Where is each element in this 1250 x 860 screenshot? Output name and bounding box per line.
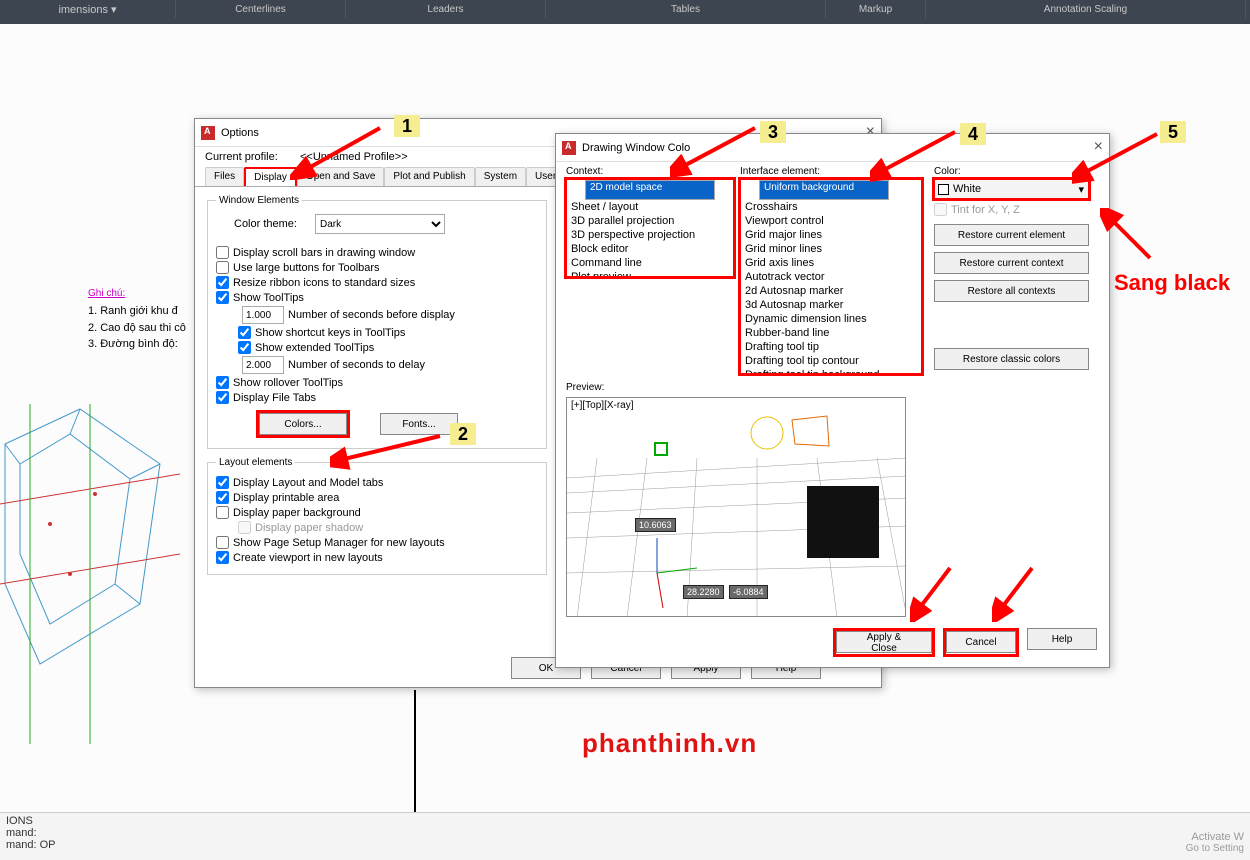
autocad-icon bbox=[201, 126, 215, 140]
chk-scrollbars[interactable] bbox=[216, 246, 229, 259]
interface-element-item[interactable]: Grid minor lines bbox=[741, 242, 921, 256]
chk-layout-model-tabs[interactable] bbox=[216, 476, 229, 489]
interface-element-item[interactable]: Drafting tool tip bbox=[741, 340, 921, 354]
context-item[interactable]: 3D parallel projection bbox=[567, 214, 733, 228]
num-seconds-display[interactable] bbox=[242, 306, 284, 324]
ribbon-tables[interactable]: Tables bbox=[546, 0, 826, 18]
dim-value: 10.6063 bbox=[635, 518, 676, 532]
chk-large-buttons[interactable] bbox=[216, 261, 229, 274]
ribbon-leaders[interactable]: Leaders bbox=[346, 0, 546, 18]
interface-element-item[interactable]: Autotrack vector bbox=[741, 270, 921, 284]
command-line[interactable]: IONS mand: mand: OP bbox=[0, 812, 1250, 860]
restore-classic-button[interactable]: Restore classic colors bbox=[934, 348, 1089, 370]
note-line: 1. Ranh giới khu đ bbox=[88, 303, 186, 320]
num-seconds-delay[interactable] bbox=[242, 356, 284, 374]
floor-plan-drawing bbox=[0, 404, 180, 744]
chk-rollover-tooltips[interactable] bbox=[216, 376, 229, 389]
help-button[interactable]: Help bbox=[1027, 628, 1097, 650]
chk-resize-ribbon[interactable] bbox=[216, 276, 229, 289]
preview-cube bbox=[807, 486, 879, 558]
interface-element-item[interactable]: Drafting tool tip contour bbox=[741, 354, 921, 368]
activate-windows: Activate WGo to Setting bbox=[1186, 831, 1244, 854]
restore-context-button[interactable]: Restore current context bbox=[934, 252, 1089, 274]
context-item[interactable]: 3D perspective projection bbox=[567, 228, 733, 242]
interface-element-item[interactable]: Drafting tool tip background bbox=[741, 368, 921, 374]
ribbon-markup[interactable]: Markup bbox=[826, 0, 926, 18]
context-item[interactable]: 2D model space bbox=[585, 180, 715, 200]
apply-close-button[interactable]: Apply & Close bbox=[836, 631, 932, 653]
chk-tint-xyz bbox=[934, 203, 947, 216]
context-item[interactable]: Command line bbox=[567, 256, 733, 270]
color-theme-select[interactable]: Dark bbox=[315, 214, 445, 234]
dim-value: 28.2280 bbox=[683, 585, 724, 599]
cancel-button[interactable]: Cancel bbox=[946, 631, 1016, 653]
options-title: Options bbox=[221, 127, 259, 139]
tab-files[interactable]: Files bbox=[205, 167, 244, 186]
interface-element-item[interactable]: Grid axis lines bbox=[741, 256, 921, 270]
restore-all-contexts-button[interactable]: Restore all contexts bbox=[934, 280, 1089, 302]
chk-file-tabs[interactable] bbox=[216, 391, 229, 404]
interface-element-list[interactable]: Uniform backgroundCrosshairsViewport con… bbox=[740, 179, 922, 374]
interface-element-item[interactable]: Rubber-band line bbox=[741, 326, 921, 340]
tab-plot-publish[interactable]: Plot and Publish bbox=[384, 167, 474, 186]
dwc-titlebar[interactable]: Drawing Window Colo × bbox=[556, 134, 1109, 162]
notes-header: Ghi chú: bbox=[88, 286, 186, 301]
window-elements-group: Window Elements Color theme: Dark Displa… bbox=[207, 195, 547, 449]
ribbon-anno-scaling[interactable]: Annotation Scaling bbox=[926, 0, 1246, 18]
context-item[interactable]: Block editor bbox=[567, 242, 733, 256]
chk-show-tooltips[interactable] bbox=[216, 291, 229, 304]
preview-label: Preview: bbox=[566, 382, 1099, 393]
ribbon-panel-label: imensions ▾ bbox=[0, 0, 176, 18]
interface-element-item[interactable]: Dynamic dimension lines bbox=[741, 312, 921, 326]
chk-paper-background[interactable] bbox=[216, 506, 229, 519]
autocad-icon bbox=[562, 141, 576, 155]
context-item[interactable]: Sheet / layout bbox=[567, 200, 733, 214]
color-theme-label: Color theme: bbox=[234, 218, 297, 230]
chk-paper-shadow bbox=[238, 521, 251, 534]
chk-printable-area[interactable] bbox=[216, 491, 229, 504]
interface-element-item[interactable]: 3d Autosnap marker bbox=[741, 298, 921, 312]
color-swatch bbox=[938, 184, 949, 195]
note-line: 3. Đường bình độ: bbox=[88, 336, 186, 353]
interface-element-item[interactable]: Viewport control bbox=[741, 214, 921, 228]
watermark: phanthinh.vn bbox=[582, 728, 757, 759]
ribbon-centerlines[interactable]: Centerlines bbox=[176, 0, 346, 18]
chk-extended-tooltips[interactable] bbox=[238, 341, 251, 354]
dim-value: -6.0884 bbox=[729, 585, 768, 599]
interface-element-item[interactable]: Crosshairs bbox=[741, 200, 921, 214]
context-item[interactable]: Plot preview bbox=[567, 270, 733, 277]
chk-page-setup-manager[interactable] bbox=[216, 536, 229, 549]
tab-system[interactable]: System bbox=[475, 167, 526, 186]
interface-element-item[interactable]: 2d Autosnap marker bbox=[741, 284, 921, 298]
context-list[interactable]: 2D model spaceSheet / layout3D parallel … bbox=[566, 179, 734, 277]
tab-display[interactable]: Display bbox=[244, 167, 297, 186]
chk-shortcut-keys[interactable] bbox=[238, 326, 251, 339]
layout-elements-group: Layout elements Display Layout and Model… bbox=[207, 457, 547, 575]
ribbon: imensions ▾ Centerlines Leaders Tables M… bbox=[0, 0, 1250, 24]
preview-box: [+][Top][X-ray] bbox=[566, 397, 906, 617]
drawing-notes: Ghi chú: 1. Ranh giới khu đ 2. Cao độ sa… bbox=[88, 286, 186, 353]
interface-element-item[interactable]: Grid major lines bbox=[741, 228, 921, 242]
restore-element-button[interactable]: Restore current element bbox=[934, 224, 1089, 246]
chk-create-viewport[interactable] bbox=[216, 551, 229, 564]
note-line: 2. Cao độ sau thi cô bbox=[88, 320, 186, 337]
